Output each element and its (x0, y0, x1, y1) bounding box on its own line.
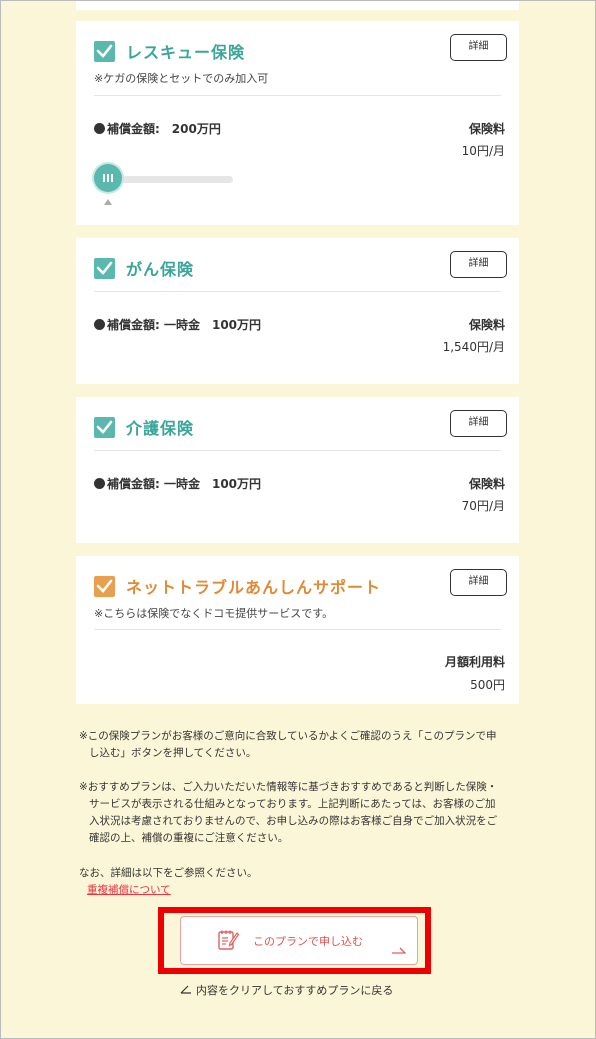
form-edit-icon (218, 930, 239, 950)
coverage-text: 補償金額: 200万円 (107, 122, 221, 136)
apply-plan-button[interactable]: このプランで申し込む (180, 916, 418, 965)
nursing-checkbox[interactable] (94, 417, 115, 438)
confirmation-note: ※この保険プランがお客様のご意向に合致しているかよくご確認のうえ「このプランで申… (79, 730, 497, 759)
card-net-trouble-support: ネットトラブルあんしんサポート ※こちらは保険でなくドコモ提供サービスです。 詳… (76, 556, 519, 704)
check-icon (96, 579, 113, 593)
coverage-text: 補償金額: 一時金 100万円 (107, 318, 262, 332)
price-value: 1,540円/月 (442, 340, 505, 354)
slider-pointer-icon (104, 199, 112, 205)
card-note: ※ケガの保険とセットでのみ加入可 (94, 72, 269, 85)
card-title: ネットトラブルあんしんサポート (126, 578, 382, 597)
divider (94, 450, 501, 451)
check-icon (96, 261, 113, 275)
check-icon (96, 420, 113, 434)
arrow-right-icon (392, 947, 407, 954)
price-value: 10円/月 (461, 144, 505, 158)
bullet-icon (94, 478, 105, 489)
card-nursing-insurance: 介護保険 詳細 補償金額: 一時金 100万円 保険料 70円/月 (76, 397, 519, 543)
coverage-amount: 補償金額: 200万円 (94, 120, 221, 137)
card-title: 介護保険 (126, 419, 195, 438)
card-title: レスキュー保険 (126, 43, 246, 62)
rescue-checkbox[interactable] (94, 41, 115, 62)
detail-button[interactable]: 詳細 (450, 251, 507, 278)
cancer-checkbox[interactable] (94, 258, 115, 279)
apply-button-label: このプランで申し込む (253, 935, 363, 948)
price-label: 保険料 (468, 477, 505, 491)
return-arrow-icon (180, 984, 192, 997)
bullet-icon (94, 319, 105, 330)
coverage-amount: 補償金額: 一時金 100万円 (94, 316, 261, 333)
card-cancer-insurance: がん保険 詳細 補償金額: 一時金 100万円 保険料 1,540円/月 (76, 238, 519, 384)
card-title: がん保険 (126, 260, 195, 279)
previous-card-bottom (76, 0, 519, 10)
detail-button[interactable]: 詳細 (450, 410, 507, 437)
price-value: 500円 (470, 678, 505, 692)
coverage-text: 補償金額: 一時金 100万円 (107, 477, 262, 491)
reset-plan-link[interactable]: 内容をクリアしておすすめプランに戻る (180, 982, 393, 998)
divider (94, 95, 501, 96)
coverage-amount: 補償金額: 一時金 100万円 (94, 475, 261, 492)
price-value: 70円/月 (461, 499, 505, 513)
card-rescue-insurance: レスキュー保険 ※ケガの保険とセットでのみ加入可 詳細 補償金額: 200万円 … (76, 21, 519, 225)
reset-label: 内容をクリアしておすすめプランに戻る (196, 984, 394, 997)
detail-button[interactable]: 詳細 (450, 34, 507, 61)
duplicate-coverage-link[interactable]: 重複補償について (87, 882, 171, 897)
divider (94, 291, 501, 292)
bullet-icon (94, 123, 105, 134)
card-note: ※こちらは保険でなくドコモ提供サービスです。 (94, 607, 334, 620)
check-icon (96, 44, 113, 58)
net-support-checkbox[interactable] (94, 576, 115, 597)
coverage-slider-handle[interactable] (94, 164, 122, 192)
recommendation-note: ※おすすめプランは、ご入力いただいた情報等に基づきおすすめであると判断した保険・… (79, 781, 498, 844)
price-label: 月額利用料 (444, 655, 505, 669)
divider (94, 629, 501, 630)
price-label: 保険料 (468, 122, 505, 136)
price-label: 保険料 (468, 318, 505, 332)
detail-button[interactable]: 詳細 (450, 569, 507, 596)
reference-note: なお、詳細は以下をご参照ください。 (79, 867, 258, 879)
